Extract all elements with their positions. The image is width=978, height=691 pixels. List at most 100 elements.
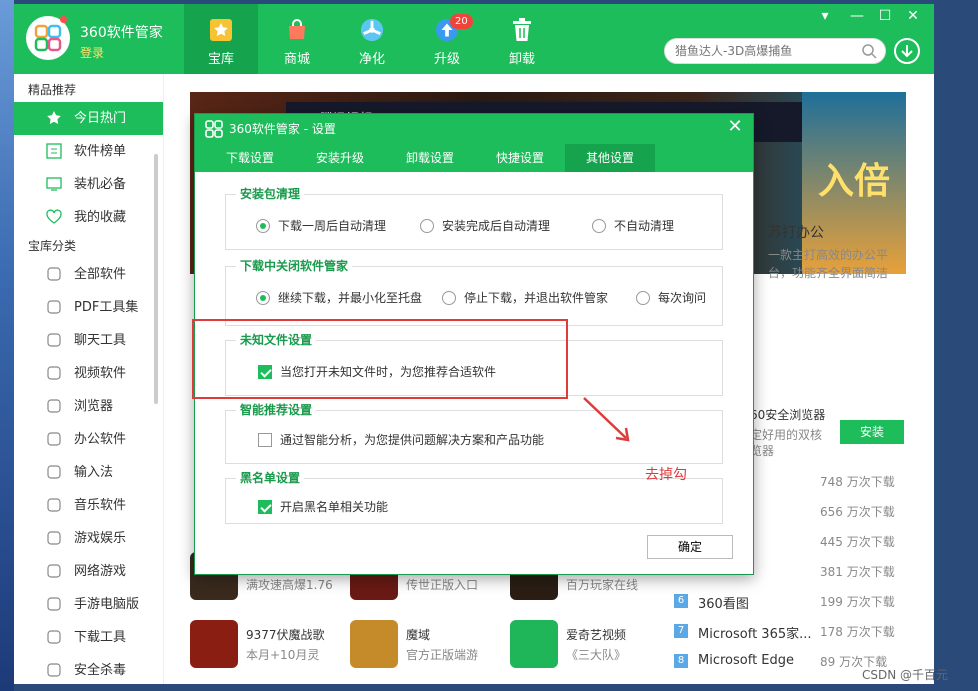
radio-continue-minimize[interactable]: 继续下载，并最小化至托盘 xyxy=(256,289,422,306)
checkbox-smart-analysis[interactable]: 通过智能分析，为您提供问题解决方案和产品功能 xyxy=(258,431,544,448)
sidebar-item-category[interactable]: 手游电脑版 xyxy=(14,588,163,621)
nav-tab-upgrade[interactable]: 20 升级 xyxy=(410,4,484,74)
sidebar-item-category[interactable]: 办公软件 xyxy=(14,423,163,456)
group-close-during-download: 下载中关闭软件管家 继续下载，并最小化至托盘 停止下载，并退出软件管家 每次询问 xyxy=(225,257,723,326)
nav-tab-store[interactable]: 商城 xyxy=(260,4,334,74)
dialog-close-icon[interactable]: ✕ xyxy=(725,116,745,137)
nav-tab-clean[interactable]: 净化 xyxy=(335,4,409,74)
rank-download-count: 199 万次下载 xyxy=(820,595,895,609)
sidebar-item-label: 装机必备 xyxy=(74,177,127,192)
sidebar-item-label: PDF工具集 xyxy=(74,300,139,315)
sidebar-item-essentials[interactable]: 装机必备 xyxy=(14,168,163,201)
app-name[interactable]: 魔域 xyxy=(406,626,430,643)
watermark: CSDN @千百元 xyxy=(862,668,949,682)
browser-app-name[interactable]: 60安全浏览器 xyxy=(750,406,825,423)
ok-button[interactable]: 确定 xyxy=(647,535,733,559)
sidebar-item-category[interactable]: PDF工具集 xyxy=(14,291,163,324)
checkbox[interactable] xyxy=(258,433,272,447)
nav-tab-uninstall[interactable]: 卸载 xyxy=(485,4,559,74)
sidebar-item-rankings[interactable]: 软件榜单 xyxy=(14,135,163,168)
sidebar-item-category[interactable]: 下载工具 xyxy=(14,621,163,654)
sidebar-item-category[interactable]: 安全杀毒 xyxy=(14,654,163,684)
shield-icon xyxy=(47,663,61,677)
star-icon xyxy=(47,111,61,124)
notification-dot xyxy=(60,16,67,23)
annotation-arrow-icon xyxy=(583,397,630,442)
tab-download-settings[interactable]: 下载设置 xyxy=(205,144,295,172)
ranking-row[interactable]: 7 Microsoft 365家... 178 万次下载 xyxy=(674,618,934,648)
maximize-icon[interactable]: ☐ xyxy=(874,8,896,24)
tab-shortcut-settings[interactable]: 快捷设置 xyxy=(475,144,565,172)
sidebar-item-today-hot[interactable]: 今日热门 xyxy=(14,102,163,135)
radio-stop-exit[interactable]: 停止下载，并退出软件管家 xyxy=(442,289,608,306)
rank-download-count: 445 万次下载 xyxy=(820,535,895,549)
group-label: 下载中关闭软件管家 xyxy=(236,257,353,274)
search-input[interactable] xyxy=(675,39,855,63)
radio-clean-after-install[interactable]: 安装完成后自动清理 xyxy=(420,217,550,234)
minimize-icon[interactable]: — xyxy=(846,8,868,24)
radio-button[interactable] xyxy=(592,219,606,233)
rank-download-count: 656 万次下载 xyxy=(820,505,895,519)
rank-app-name: 360看图 xyxy=(698,597,749,612)
checkbox[interactable] xyxy=(258,500,272,514)
download-icon xyxy=(47,630,61,644)
nav-tab-treasury[interactable]: 宝库 xyxy=(184,4,258,74)
sidebar-item-category[interactable]: 全部软件 xyxy=(14,258,163,291)
app-name[interactable]: 爱奇艺视频 xyxy=(566,626,626,643)
close-icon[interactable]: ✕ xyxy=(902,8,924,24)
sidebar-item-category[interactable]: 浏览器 xyxy=(14,390,163,423)
login-link[interactable]: 登录 xyxy=(80,44,104,61)
rank-app-name: Microsoft Edge xyxy=(698,653,795,668)
sidebar-item-label: 办公软件 xyxy=(74,432,127,447)
sidebar-item-category[interactable]: 网络游戏 xyxy=(14,555,163,588)
fan-icon xyxy=(360,18,384,42)
app-tile[interactable] xyxy=(350,620,398,668)
featured-app-title[interactable]: 苏打办公 xyxy=(768,222,824,242)
tab-uninstall-settings[interactable]: 卸载设置 xyxy=(385,144,475,172)
app-sub: 传世正版入口 xyxy=(406,578,479,592)
rank-number: 8 xyxy=(674,654,688,668)
sidebar-scrollbar[interactable] xyxy=(154,154,158,404)
install-button[interactable]: 安装 xyxy=(840,420,904,444)
option-label: 安装完成后自动清理 xyxy=(442,219,551,233)
download-icon xyxy=(901,45,913,58)
tab-install-upgrade[interactable]: 安装升级 xyxy=(295,144,385,172)
radio-button[interactable] xyxy=(256,219,270,233)
radio-ask-each-time[interactable]: 每次询问 xyxy=(636,289,706,306)
radio-clean-after-week[interactable]: 下载一周后自动清理 xyxy=(256,217,386,234)
download-manager-button[interactable] xyxy=(894,38,920,64)
app-name[interactable]: 9377伏魔战歌 xyxy=(246,626,325,643)
checkbox-enable-blacklist[interactable]: 开启黑名单相关功能 xyxy=(258,498,388,515)
sidebar-item-category[interactable]: 输入法 xyxy=(14,456,163,489)
sidebar-item-category[interactable]: 视频软件 xyxy=(14,357,163,390)
radio-button[interactable] xyxy=(420,219,434,233)
video-icon xyxy=(47,366,61,380)
app-tile[interactable] xyxy=(190,620,238,668)
app-sub: 《三大队》 xyxy=(566,648,627,662)
radio-no-auto-clean[interactable]: 不自动清理 xyxy=(592,217,674,234)
heart-icon xyxy=(46,209,62,224)
featured-app-desc: 一款主打高效的办公平台，功能齐全界面简洁 xyxy=(768,248,889,280)
app-title: 360软件管家 xyxy=(80,25,163,41)
tab-other-settings[interactable]: 其他设置 xyxy=(565,144,655,172)
sidebar-item-category[interactable]: 聊天工具 xyxy=(14,324,163,357)
app-sub: 百万玩家在线 xyxy=(566,578,639,592)
sidebar-item-category[interactable]: 游戏娱乐 xyxy=(14,522,163,555)
rank-download-count: 178 万次下载 xyxy=(820,625,895,639)
radio-button[interactable] xyxy=(256,291,270,305)
nav-label: 宝库 xyxy=(207,52,234,67)
sidebar-item-label: 我的收藏 xyxy=(74,210,127,225)
search-icon[interactable] xyxy=(861,43,877,59)
ranking-row[interactable]: 6 360看图 199 万次下载 xyxy=(674,588,934,618)
shopping-bag-icon xyxy=(285,18,309,42)
menu-dropdown-icon[interactable]: ▾ xyxy=(814,8,836,24)
music-icon xyxy=(47,498,61,512)
radio-button[interactable] xyxy=(636,291,650,305)
sidebar-item-favorites[interactable]: 我的收藏 xyxy=(14,201,163,234)
app-tile[interactable] xyxy=(510,620,558,668)
keyboard-icon xyxy=(47,465,61,479)
sidebar-item-label: 网络游戏 xyxy=(74,564,127,579)
sidebar-item-category[interactable]: 音乐软件 xyxy=(14,489,163,522)
radio-button[interactable] xyxy=(442,291,456,305)
group-package-cleanup: 安装包清理 下载一周后自动清理 安装完成后自动清理 不自动清理 xyxy=(225,185,723,250)
